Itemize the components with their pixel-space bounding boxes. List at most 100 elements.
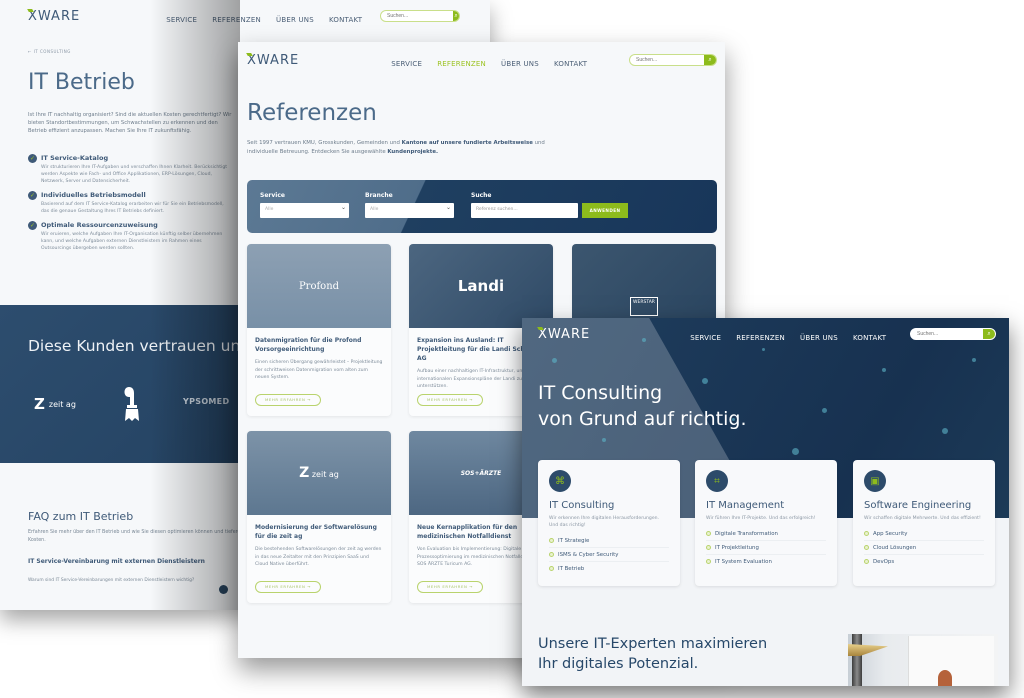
search-box: ⌕	[910, 328, 996, 340]
nav-referenzen[interactable]: REFERENZEN	[212, 16, 261, 24]
more-button[interactable]: MEHR ERFAHREN →	[417, 581, 483, 593]
service-card-software-engineering[interactable]: ▣ Software Engineering Wir schaffen digi…	[853, 460, 995, 586]
more-button[interactable]: MEHR ERFAHREN →	[255, 581, 321, 593]
service-card-it-consulting[interactable]: ⌘ IT Consulting Wir erkennen Ihre digita…	[538, 460, 680, 586]
bullet-icon	[549, 566, 554, 571]
service-text: Wir schaffen digitale Mehrwerte. Und das…	[864, 516, 981, 521]
nav-ueber-uns[interactable]: ÜBER UNS	[800, 334, 838, 342]
bullet-icon	[549, 538, 554, 543]
network-dot	[602, 438, 606, 442]
reference-search-input[interactable]: Referenz suchen...	[471, 203, 578, 218]
team-photo	[848, 634, 998, 686]
apply-button[interactable]: ANWENDEN	[582, 203, 628, 218]
network-dot	[762, 348, 765, 351]
bullet-icon	[549, 552, 554, 557]
search-box: ⌕	[380, 10, 460, 22]
it-consulting-page: IT Consulting von Grund auf richtig. XWAR…	[522, 318, 1009, 686]
client-logo-ypsomed: YPSOMED	[183, 397, 230, 406]
more-button[interactable]: MEHR ERFAHREN →	[255, 394, 321, 406]
card-text: Einen sicheren Übergang gewährleistet – …	[255, 360, 383, 380]
nav-kontakt[interactable]: KONTAKT	[853, 334, 886, 342]
header: XWARE SERVICE REFERENZEN ÜBER UNS KONTAK…	[247, 52, 717, 68]
service-link[interactable]: IT Strategie	[549, 534, 669, 548]
mockup-stage: XWARE SERVICE REFERENZEN ÜBER UNS KONTAK…	[0, 0, 1024, 698]
network-dot	[972, 358, 976, 362]
search-icon[interactable]: ⌕	[983, 329, 995, 339]
header: XWARE SERVICE REFERENZEN ÜBER UNS KONTAK…	[538, 326, 998, 342]
check-icon: ✓	[28, 154, 37, 163]
sitemap-icon: ⌗	[706, 470, 728, 492]
service-list: Digitale Transformation IT Projektleitun…	[706, 527, 826, 568]
filter-bar: Service Alle Branche Alle Suche Referenz…	[247, 180, 717, 233]
xware-logo[interactable]: XWARE	[538, 327, 590, 342]
network-dot	[552, 358, 557, 363]
feature-title: Optimale Ressourcenzuweisung	[41, 221, 158, 229]
nav-referenzen[interactable]: REFERENZEN	[736, 334, 785, 342]
service-text: Wir führen Ihre IT-Projekte. Und das erf…	[706, 516, 816, 521]
service-link[interactable]: App Security	[864, 527, 984, 541]
xware-logo[interactable]: XWARE	[28, 9, 80, 24]
feature-title: Individuelles Betriebsmodell	[41, 191, 146, 199]
breadcrumb[interactable]: ← IT CONSULTING	[28, 49, 71, 54]
reference-card[interactable]: Z zeit ag Modernisierung der Softwarelös…	[247, 431, 391, 603]
feature-item: ✓ Individuelles Betriebsmodell Basierend…	[28, 191, 233, 215]
nav-ueber-uns[interactable]: ÜBER UNS	[276, 16, 314, 24]
feature-text: Basierend auf dem IT Service-Katalog era…	[41, 202, 224, 214]
nav-service[interactable]: SERVICE	[166, 16, 197, 24]
nav-kontakt[interactable]: KONTAKT	[554, 60, 587, 68]
network-dot	[882, 368, 886, 372]
card-logo: Profond	[298, 280, 340, 292]
branche-select[interactable]: Alle	[365, 203, 454, 218]
nav-kontakt[interactable]: KONTAKT	[329, 16, 362, 24]
faq-title: FAQ zum IT Betrieb	[28, 510, 134, 523]
search-input[interactable]	[381, 11, 453, 21]
page-title: Referenzen	[247, 100, 377, 126]
faq-question[interactable]: Warum sind IT Service-Vereinbarungen mit…	[28, 577, 198, 584]
card-image: Z zeit ag	[247, 431, 391, 515]
network-dot	[792, 448, 799, 455]
bullet-icon	[706, 545, 711, 550]
service-list: App Security Cloud Lösungen DevOps	[864, 527, 984, 568]
client-logo-zeit-ag: Z zeit ag	[34, 395, 76, 413]
card-logo: SOS+ÄRZTE	[460, 469, 502, 477]
card-image: Profond	[247, 244, 391, 328]
search-input[interactable]	[630, 55, 704, 65]
bullet-icon	[864, 545, 869, 550]
service-link[interactable]: IT System Evaluation	[706, 555, 826, 568]
service-card-it-management[interactable]: ⌗ IT Management Wir führen Ihre IT-Proje…	[695, 460, 837, 586]
main-nav: SERVICE REFERENZEN ÜBER UNS KONTAKT	[166, 7, 372, 26]
service-link[interactable]: ISMS & Cyber Security	[549, 548, 669, 562]
header: XWARE SERVICE REFERENZEN ÜBER UNS KONTAK…	[28, 8, 468, 24]
xware-logo[interactable]: XWARE	[247, 53, 299, 68]
service-link[interactable]: Cloud Lösungen	[864, 541, 984, 555]
service-link[interactable]: DevOps	[864, 555, 984, 568]
feature-text: Wir strukturieren Ihre IT-Aufgaben und v…	[41, 165, 228, 184]
zeit-z-icon: Z	[299, 465, 310, 481]
suche-filter: Suche Referenz suchen... ANWENDEN	[471, 192, 628, 222]
service-link[interactable]: IT Betrieb	[549, 562, 669, 575]
reference-card[interactable]: Profond Datenmigration für die Profond V…	[247, 244, 391, 416]
feature-title: IT Service-Katalog	[41, 154, 109, 162]
card-text: Die bestehenden Softwarelösungen der zei…	[255, 547, 382, 567]
bullet-icon	[864, 531, 869, 536]
search-input[interactable]	[911, 329, 983, 339]
more-button[interactable]: MEHR ERFAHREN →	[417, 394, 483, 406]
bullet-icon	[706, 559, 711, 564]
service-select[interactable]: Alle	[260, 203, 349, 218]
faq-expand-icon[interactable]	[219, 585, 228, 594]
network-dot	[822, 408, 827, 413]
nav-service[interactable]: SERVICE	[690, 334, 721, 342]
bullet-icon	[706, 531, 711, 536]
search-icon[interactable]: ⌕	[704, 55, 716, 65]
service-label: Service	[260, 192, 285, 199]
bullet-icon	[864, 559, 869, 564]
check-icon: ✓	[28, 221, 37, 230]
service-list: IT Strategie ISMS & Cyber Security IT Be…	[549, 534, 669, 575]
search-icon[interactable]: ⌕	[453, 11, 459, 21]
nav-service[interactable]: SERVICE	[391, 60, 422, 68]
card-logo: Z zeit ag	[299, 465, 339, 481]
nav-ueber-uns[interactable]: ÜBER UNS	[501, 60, 539, 68]
service-link[interactable]: Digitale Transformation	[706, 527, 826, 541]
service-link[interactable]: IT Projektleitung	[706, 541, 826, 555]
nav-referenzen[interactable]: REFERENZEN	[437, 60, 486, 68]
